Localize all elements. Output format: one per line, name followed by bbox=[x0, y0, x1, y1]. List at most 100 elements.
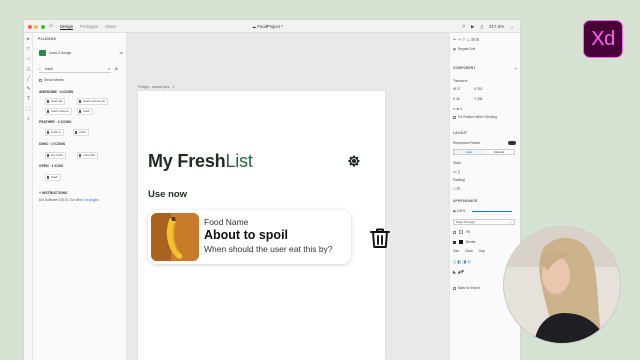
clear-icon[interactable]: × bbox=[108, 67, 110, 71]
chevron-down-icon[interactable]: ⌄ bbox=[510, 24, 514, 30]
icon-item[interactable]: trash bbox=[45, 174, 61, 181]
artboard[interactable]: My FreshList Use now Food Name About to … bbox=[138, 91, 390, 360]
padding-controls[interactable]: □ ⊡ bbox=[453, 186, 460, 191]
stack-controls[interactable]: ▭ ▯ bbox=[453, 169, 460, 174]
group-awesome: AWESOME · 4 ICONS bbox=[39, 90, 74, 94]
window-controls bbox=[28, 24, 45, 29]
show-names-toggle[interactable]: Show names bbox=[39, 78, 64, 82]
responsive-resize-label: Responsive Resize bbox=[453, 141, 481, 145]
artboard-label[interactable]: Fridge - saved tips - 1 bbox=[138, 85, 175, 89]
trash-icon[interactable] bbox=[368, 226, 392, 250]
opacity-slider[interactable] bbox=[472, 211, 512, 212]
align-toolbar[interactable]: ⊢ ⊣ ⊤ ⊥ ⊞ ⊟ bbox=[453, 37, 479, 42]
height-field[interactable]: H 36 bbox=[453, 97, 460, 101]
banana-image bbox=[151, 213, 199, 261]
border-row[interactable]: Border bbox=[453, 240, 476, 244]
adobe-xd-logo: Xd bbox=[583, 20, 623, 58]
icon-item[interactable]: md-trash bbox=[77, 152, 99, 159]
more-options-icon[interactable]: ••• bbox=[119, 51, 123, 55]
play-icon[interactable]: ▶ bbox=[471, 24, 474, 30]
chevron-down-icon: ⌄ bbox=[509, 220, 512, 224]
border-options[interactable]: Size Dash Gap bbox=[453, 249, 485, 253]
food-name-label: Food Name bbox=[204, 217, 249, 227]
icon-item[interactable]: trash alt bbox=[45, 98, 66, 105]
tab-prototype[interactable]: Prototype bbox=[80, 24, 98, 30]
card-title: About to spoil bbox=[204, 228, 289, 242]
maximize-window-button[interactable] bbox=[40, 24, 45, 29]
fix-position-checkbox[interactable]: Fix Position When Scrolling bbox=[453, 115, 497, 119]
padding-label: Padding bbox=[453, 178, 465, 182]
instructions-text: Dirt Software ©2019. Our other Xd plugin… bbox=[39, 198, 99, 202]
plugins-panel: PLUGINS Icons 4 Design ••• ⌕ trash × ⊞ S… bbox=[33, 33, 127, 360]
home-icon[interactable]: ⌂ bbox=[49, 23, 53, 29]
ellipse-tool-icon[interactable]: ○ bbox=[26, 57, 31, 62]
filter-button[interactable]: ⊞ bbox=[115, 67, 118, 71]
minimize-window-button[interactable] bbox=[34, 24, 39, 29]
page-title[interactable]: My FreshList bbox=[148, 151, 253, 172]
shadow-controls[interactable]: ◣ ◢ ◤ bbox=[453, 269, 464, 274]
search-input[interactable]: ⌕ trash × bbox=[39, 67, 111, 73]
icon-item[interactable]: trash bbox=[73, 129, 89, 136]
help-icon[interactable]: ? bbox=[462, 24, 465, 29]
group-feather: FEATHER · 2 ICONS bbox=[39, 120, 72, 124]
resize-auto-button[interactable]: Auto bbox=[454, 150, 484, 154]
tab-share[interactable]: Share bbox=[105, 24, 116, 30]
section-heading[interactable]: Use now bbox=[148, 189, 187, 200]
x-field[interactable]: X 332 bbox=[474, 87, 482, 91]
plugins-link[interactable]: Xd plugins bbox=[84, 198, 99, 202]
plugin-header: Icons 4 Design ••• bbox=[39, 48, 123, 57]
icon-item[interactable]: trash-restore bbox=[45, 108, 72, 115]
mode-tabs: Design Prototype Share bbox=[60, 24, 116, 31]
top-right-controls: ? ▶ ▯ 217.5% ⌄ bbox=[462, 24, 514, 30]
text-tool-icon[interactable]: T bbox=[26, 97, 31, 102]
zoom-tool-icon[interactable]: ⌕ bbox=[26, 117, 31, 122]
icon-item[interactable]: trash-2 bbox=[45, 129, 64, 136]
plugin-logo bbox=[39, 49, 46, 56]
resize-manual-button[interactable]: Manual bbox=[484, 150, 514, 154]
food-card[interactable]: Food Name About to spoil When should the… bbox=[148, 210, 351, 264]
select-tool-icon[interactable]: ▸ bbox=[26, 37, 31, 42]
mark-export-checkbox[interactable]: Mark for Export bbox=[453, 286, 480, 290]
artboard-tool-icon[interactable]: ⬚ bbox=[26, 107, 31, 112]
cloud-icon: ☁ bbox=[252, 24, 257, 30]
rotate-flip-controls[interactable]: ⟳ ⇆ ⇅ bbox=[453, 107, 463, 111]
presenter-webcam bbox=[503, 226, 621, 344]
zoom-level[interactable]: 217.5% bbox=[489, 24, 504, 29]
icon-item[interactable]: trash bbox=[77, 108, 93, 115]
icon-item[interactable]: trash-restore-alt bbox=[77, 98, 108, 105]
add-component-icon[interactable]: + bbox=[515, 66, 517, 71]
group-ionic: IONIC · 2 ICONS bbox=[39, 142, 66, 146]
title-bar: ⌂ Design Prototype Share ☁ FoodProject *… bbox=[24, 20, 520, 33]
close-window-button[interactable] bbox=[28, 24, 32, 29]
tool-bar: ▸ □ ○ △ ╱ ✎ T ⬚ ⌕ bbox=[24, 33, 33, 360]
stack-label: Stack bbox=[453, 161, 461, 165]
component-section: COMPONENT bbox=[453, 66, 476, 70]
y-field[interactable]: Y 308 bbox=[474, 97, 482, 101]
line-tool-icon[interactable]: ╱ bbox=[26, 77, 31, 82]
pen-tool-icon[interactable]: ✎ bbox=[26, 87, 31, 92]
fill-row[interactable]: Fill bbox=[453, 230, 470, 234]
rectangle-tool-icon[interactable]: □ bbox=[26, 47, 31, 52]
repeat-grid-button[interactable]: ▦ Repeat Grid bbox=[453, 47, 475, 51]
width-field[interactable]: W 27 bbox=[453, 87, 460, 91]
document-title[interactable]: ☁ FoodProject * bbox=[252, 24, 283, 29]
panel-header: PLUGINS bbox=[38, 37, 57, 41]
mobile-preview-icon[interactable]: ▯ bbox=[480, 24, 482, 30]
opacity-field[interactable]: ▣ 100% bbox=[453, 209, 465, 213]
group-open: OPEN · 1 ICON bbox=[39, 164, 63, 168]
blend-mode-select[interactable]: Pass Through ⌄ bbox=[453, 219, 515, 225]
plugin-name: Icons 4 Design bbox=[49, 50, 72, 55]
layout-section: LAYOUT bbox=[453, 131, 468, 135]
icon-item[interactable]: ios-trash bbox=[45, 152, 66, 159]
tab-design[interactable]: Design bbox=[60, 24, 74, 31]
xd-window: ⌂ Design Prototype Share ☁ FoodProject *… bbox=[24, 20, 520, 360]
gear-icon[interactable] bbox=[347, 154, 361, 168]
stroke-style-controls[interactable]: ◻ ◧ ◨ ◎ bbox=[453, 259, 471, 264]
instructions-header: + INSTRUCTIONS bbox=[39, 191, 68, 195]
search-icon: ⌕ bbox=[39, 67, 42, 71]
responsive-resize-toggle[interactable] bbox=[508, 141, 516, 145]
polygon-tool-icon[interactable]: △ bbox=[26, 67, 31, 72]
appearance-section: APPEARANCE bbox=[453, 199, 478, 203]
card-subtitle: When should the user eat this by? bbox=[204, 244, 333, 254]
resize-mode-switch: Auto Manual bbox=[453, 149, 515, 155]
